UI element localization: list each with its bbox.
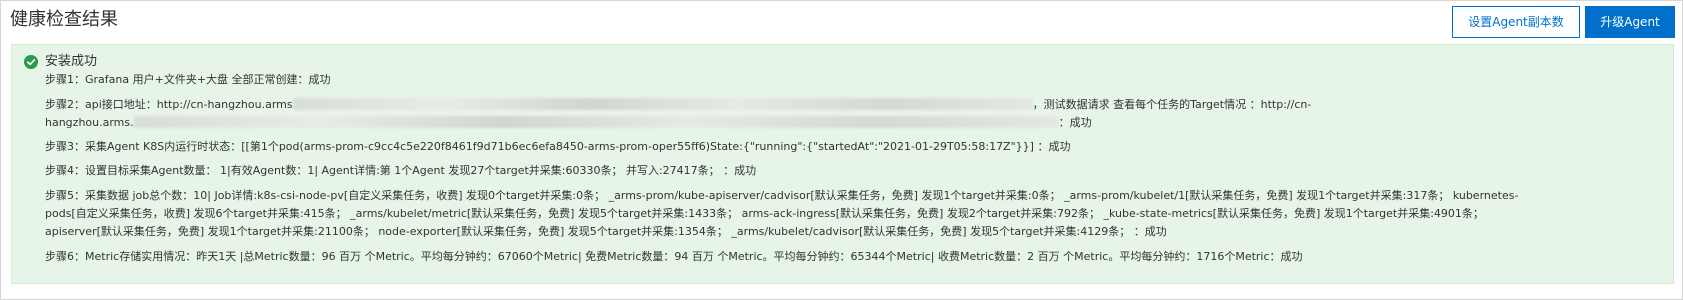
redacted-url	[133, 116, 1059, 128]
step-2-suffix: ：成功	[1058, 116, 1092, 129]
upgrade-agent-button[interactable]: 升级Agent	[1585, 6, 1675, 38]
step-2-prefix: 步骤2：api接口地址：http://cn-hangzhou.arms	[45, 98, 293, 111]
step-2-mid: ，测试数据请求 查看每个任务的Target情况 ：http://cn-	[1032, 98, 1312, 111]
health-check-card: 健康检查结果 设置Agent副本数 升级Agent 安装成功 步骤1：Grafa…	[0, 0, 1683, 300]
step-5: 步骤5：采集数据 job总个数：10| Job详情:k8s-csi-node-p…	[45, 189, 1519, 238]
step-1: 步骤1：Grafana 用户+文件夹+大盘 全部正常创建：成功	[45, 73, 331, 86]
step-6: 步骤6：Metric存储实用情况：昨天1天 |总Metric数量：96 百万 个…	[45, 250, 1303, 263]
result-panel: 安装成功 步骤1：Grafana 用户+文件夹+大盘 全部正常创建：成功 步骤2…	[11, 44, 1674, 284]
redacted-url	[292, 98, 1033, 110]
success-check-icon	[24, 55, 38, 69]
step-2-line2-prefix: hangzhou.arms.	[45, 116, 134, 129]
card-header: 健康检查结果 设置Agent副本数 升级Agent	[1, 1, 1682, 41]
page-title: 健康检查结果	[10, 9, 118, 30]
set-agent-replicas-button[interactable]: 设置Agent副本数	[1452, 6, 1580, 38]
step-3: 步骤3：采集Agent K8S内运行时状态：[[第1个pod(arms-prom…	[45, 140, 1071, 153]
step-2: 步骤2：api接口地址：http://cn-hangzhou.arms ，测试数据…	[45, 96, 1525, 132]
status-title: 安装成功	[45, 54, 98, 69]
step-4: 步骤4：设置目标采集Agent数量： 1|有效Agent数：1| Agent详情…	[45, 164, 757, 177]
